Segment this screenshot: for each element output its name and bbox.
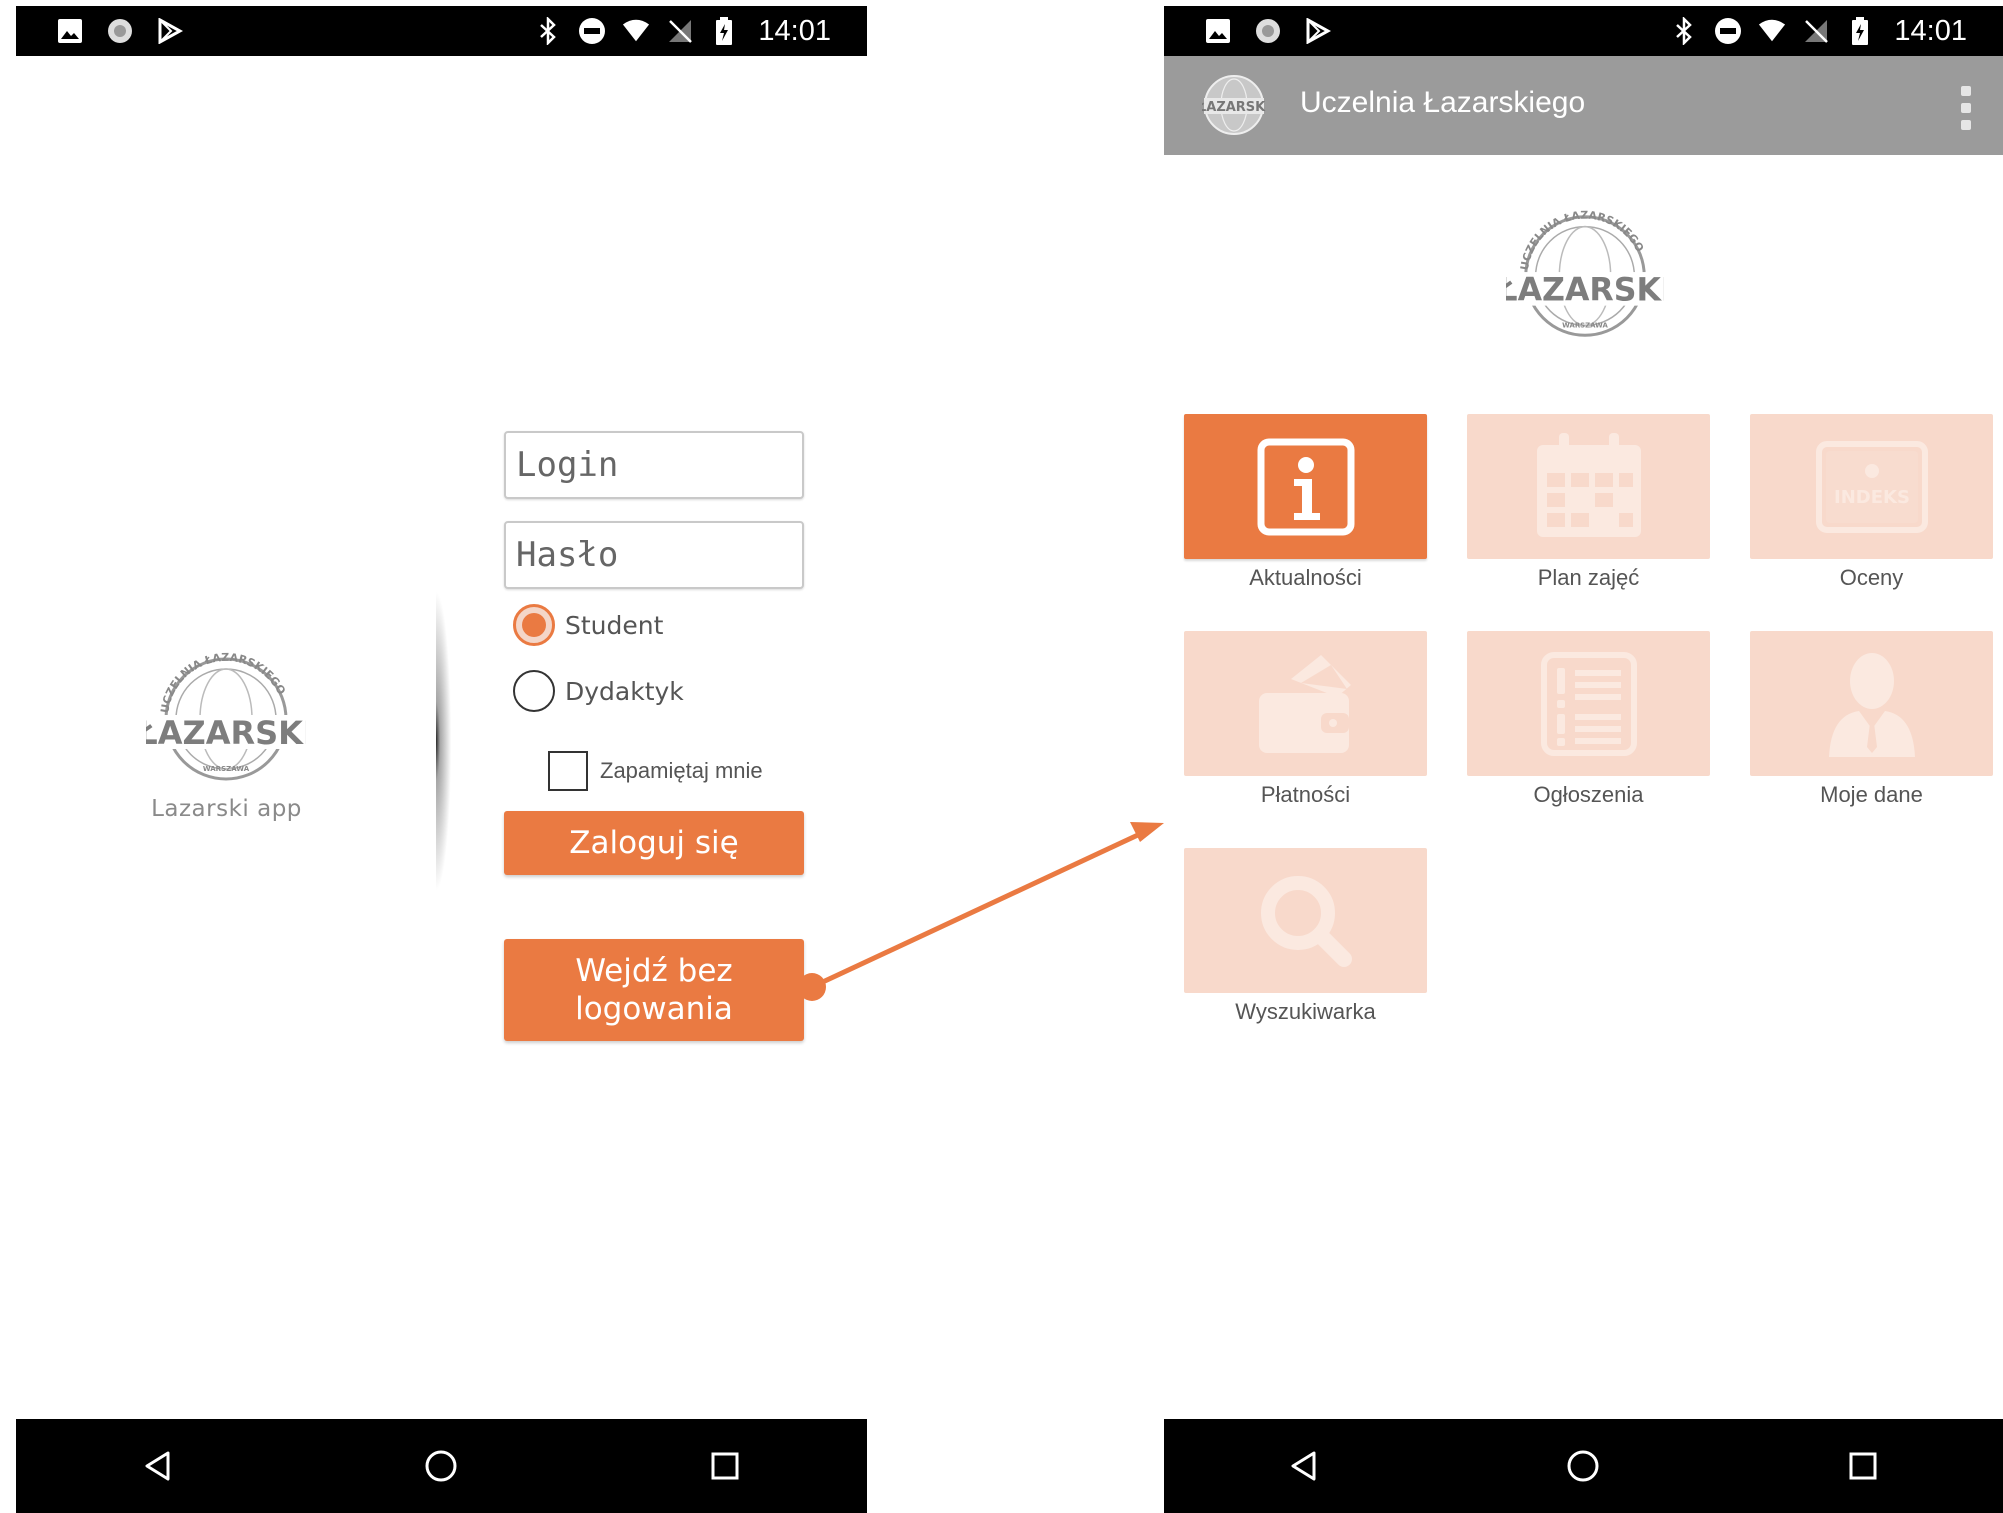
remember-me-checkbox[interactable]: [548, 751, 588, 791]
home-screen: 14:01 ŁAZARSKI Uczelnia Łazarskiego UCZE…: [1164, 6, 2003, 1513]
back-icon[interactable]: [128, 1436, 188, 1496]
lecturer-label: Dydaktyk: [565, 676, 684, 706]
back-icon[interactable]: [1274, 1436, 1334, 1496]
student-label: Student: [565, 610, 664, 640]
no-signal-icon: [666, 17, 694, 45]
svg-text:WARSZAWA: WARSZAWA: [203, 765, 250, 773]
svg-text:ŁAZARSKI: ŁAZARSKI: [1202, 100, 1266, 115]
tile-label: Plan zajęć: [1537, 565, 1640, 590]
tile-label: Wyszukiwarka: [1235, 999, 1376, 1024]
remember-me-option[interactable]: Zapamiętaj mnie: [548, 751, 763, 791]
image-notification-icon: [1204, 17, 1232, 45]
password-input[interactable]: [506, 523, 802, 587]
image-notification-icon: [56, 17, 84, 45]
do-not-disturb-icon: [578, 17, 606, 45]
navigation-bar: [16, 1419, 867, 1513]
divider-shadow: [436, 506, 460, 976]
play-store-icon: [1304, 17, 1332, 45]
bluetooth-icon: [534, 17, 562, 45]
svg-text:ŁAZARSKI: ŁAZARSKI: [146, 714, 306, 752]
app-bar: ŁAZARSKI Uczelnia Łazarskiego: [1164, 56, 2003, 155]
sync-notification-icon: [106, 17, 134, 45]
wallet-icon: [1258, 654, 1351, 753]
status-bar: 14:01: [16, 6, 867, 56]
search-icon: [1260, 875, 1352, 967]
remember-me-label: Zapamiętaj mnie: [600, 758, 763, 783]
list-icon: [1540, 651, 1637, 756]
tile-label: Ogłoszenia: [1533, 782, 1644, 807]
tile-oceny[interactable]: INDEKS Oceny: [1750, 414, 1993, 591]
svg-text:INDEKS: INDEKS: [1834, 487, 1910, 508]
wifi-icon: [622, 17, 650, 45]
do-not-disturb-icon: [1714, 17, 1742, 45]
lecturer-radio[interactable]: [513, 670, 555, 712]
tile-label: Płatności: [1260, 782, 1351, 807]
login-screen: 14:01 UCZELNIA ŁAZARSKIEGO ŁAZARSKI WARS…: [16, 6, 867, 1513]
indeks-icon: INDEKS: [1815, 440, 1928, 533]
app-title: Uczelnia Łazarskiego: [1300, 86, 1586, 119]
splash-caption: Lazarski app: [151, 796, 302, 822]
role-student-option[interactable]: Student: [513, 604, 663, 646]
person-icon: [1828, 652, 1915, 757]
status-bar: 14:01: [1164, 6, 2003, 56]
tile-ogloszenia[interactable]: Ogłoszenia: [1467, 631, 1710, 808]
login-field[interactable]: [504, 431, 804, 499]
svg-text:WARSZAWA: WARSZAWA: [1562, 321, 1608, 329]
home-icon[interactable]: [1553, 1436, 1613, 1496]
tile-moje-dane[interactable]: Moje dane: [1750, 631, 1993, 808]
tile-aktualnosci[interactable]: Aktualności: [1184, 414, 1427, 591]
play-store-icon: [156, 17, 184, 45]
clock: 14:01: [758, 14, 831, 47]
battery-charging-icon: [710, 17, 738, 45]
lazarski-logo: UCZELNIA ŁAZARSKIEGO ŁAZARSKI WARSZAWA: [146, 651, 306, 781]
login-button[interactable]: Zaloguj się: [504, 811, 804, 875]
tile-label: Oceny: [1839, 565, 1904, 590]
role-lecturer-option[interactable]: Dydaktyk: [513, 670, 684, 712]
password-field[interactable]: [504, 521, 804, 589]
tile-label: Aktualności: [1249, 565, 1362, 590]
tile-plan-zajec[interactable]: Plan zajęć: [1467, 414, 1710, 591]
student-radio[interactable]: [513, 604, 555, 646]
app-logo-icon: ŁAZARSKI: [1202, 75, 1266, 135]
login-input[interactable]: [506, 433, 802, 497]
lazarski-logo: UCZELNIA ŁAZARSKIEGO ŁAZARSKI WARSZAWA: [1506, 209, 1664, 337]
calendar-icon: [1536, 432, 1641, 537]
navigation-bar: [1164, 1419, 2003, 1513]
recents-icon[interactable]: [695, 1436, 755, 1496]
bluetooth-icon: [1670, 17, 1698, 45]
svg-text:ŁAZARSKI: ŁAZARSKI: [1506, 273, 1664, 309]
info-icon: [1257, 438, 1354, 535]
no-signal-icon: [1802, 17, 1830, 45]
tile-label: Moje dane: [1820, 782, 1923, 807]
guest-login-button[interactable]: Wejdź bez logowania: [504, 939, 804, 1041]
recents-icon[interactable]: [1833, 1436, 1893, 1496]
tile-wyszukiwarka[interactable]: Wyszukiwarka: [1184, 848, 1427, 1025]
tile-platnosci[interactable]: Płatności: [1184, 631, 1427, 808]
wifi-icon: [1758, 17, 1786, 45]
home-icon[interactable]: [411, 1436, 471, 1496]
battery-charging-icon: [1846, 17, 1874, 45]
sync-notification-icon: [1254, 17, 1282, 45]
overflow-menu-icon[interactable]: [1959, 86, 1973, 130]
clock: 14:01: [1894, 14, 1967, 47]
